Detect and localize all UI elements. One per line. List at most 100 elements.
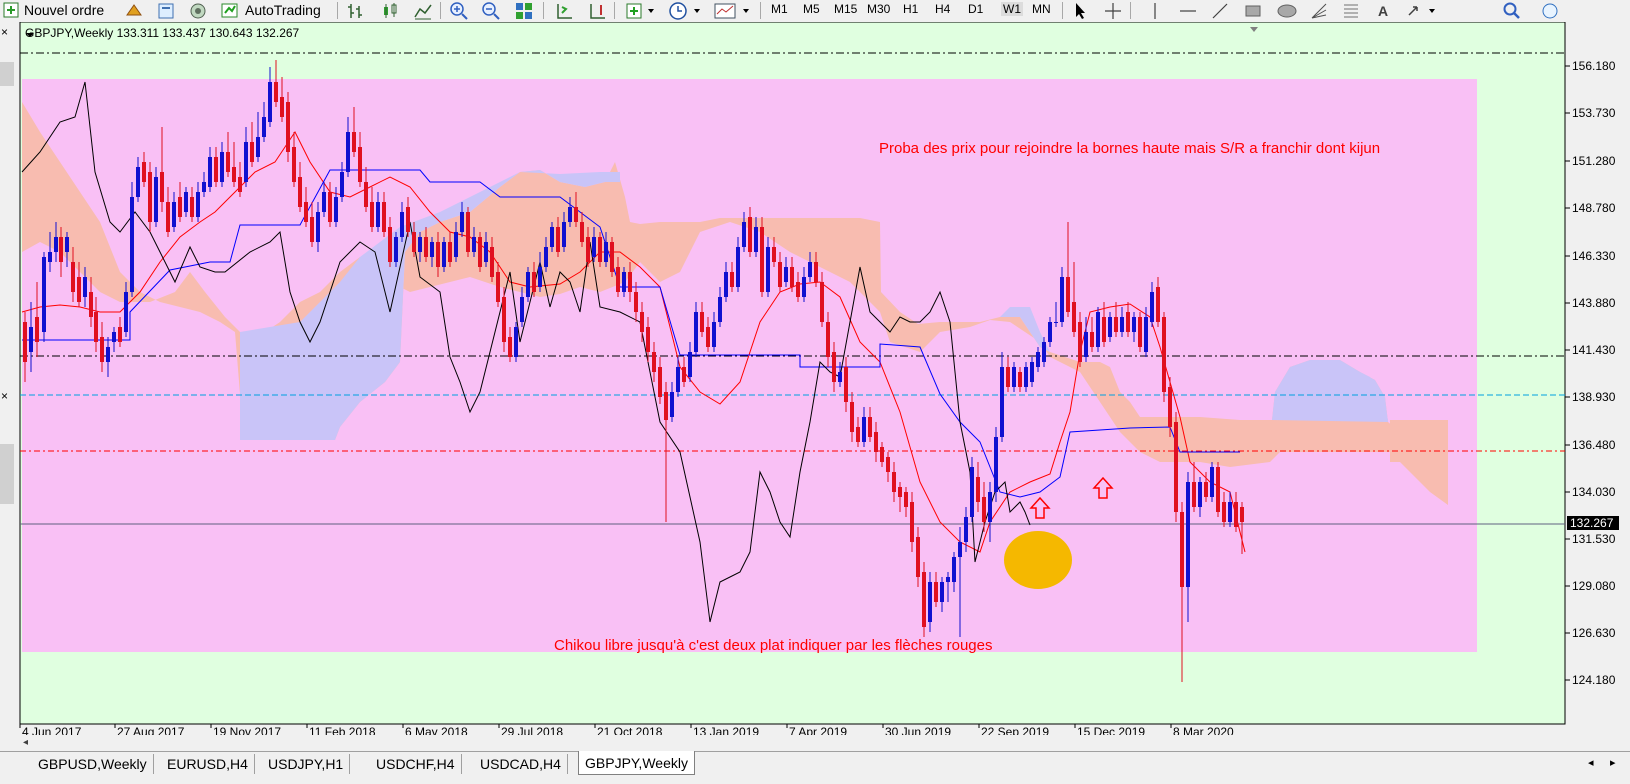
candle-body	[1108, 317, 1112, 337]
chart-window[interactable]: × × GBPJPY,Weekly 133.311 133.437 130.64…	[0, 22, 1630, 751]
chart-shift-icon[interactable]	[554, 1, 574, 21]
tab-usdjpy-h1[interactable]: USDJPY,H1	[262, 754, 351, 774]
candle-body	[166, 202, 170, 232]
price-tick-label: 129.080	[1572, 579, 1616, 593]
current-price-label: 132.267	[1570, 516, 1614, 530]
arrows-menu-icon[interactable]	[1405, 1, 1441, 21]
candle-body	[574, 207, 578, 222]
candle-body	[670, 392, 674, 417]
periods-icon[interactable]	[668, 1, 704, 21]
vertical-line-icon[interactable]	[1145, 1, 1165, 21]
candle-body	[580, 222, 584, 242]
terminal-icon[interactable]	[156, 1, 176, 21]
line-chart-icon[interactable]	[413, 1, 433, 21]
candlestick-icon[interactable]	[380, 1, 400, 21]
annotation-top: Proba des prix pour rejoindre la bornes …	[879, 140, 1380, 157]
community-icon[interactable]	[1540, 1, 1560, 21]
candle-body	[118, 327, 122, 342]
new-order-button[interactable]: Nouvel ordre	[2, 0, 104, 20]
candle-body	[328, 192, 332, 222]
candle-body	[982, 497, 986, 522]
bar-chart-icon[interactable]	[345, 1, 365, 21]
candle-body	[35, 317, 39, 342]
timeframe-m5-button[interactable]: M5	[803, 2, 820, 16]
timeframe-d1-button[interactable]: D1	[968, 2, 983, 16]
candle-body	[1024, 367, 1028, 387]
window-close-icon[interactable]: ×	[1, 25, 8, 39]
candle-body	[1066, 277, 1070, 312]
price-tick-label: 131.530	[1572, 532, 1616, 546]
autotrading-button[interactable]: AutoTrading	[220, 0, 321, 20]
price-chart[interactable]: × × GBPJPY,Weekly 133.311 133.437 130.64…	[0, 22, 1630, 751]
candle-body	[71, 262, 75, 292]
candle-body	[616, 267, 620, 292]
candle-body	[274, 82, 278, 102]
fibonacci-retracement-icon[interactable]	[1341, 1, 1361, 21]
candle-body	[490, 247, 494, 277]
indicators-icon[interactable]	[624, 1, 658, 21]
candle-body	[196, 192, 200, 217]
timeframe-mn-button[interactable]: MN	[1032, 2, 1051, 16]
scroll-left-icon[interactable]: ◂	[23, 737, 28, 748]
candle-body	[808, 262, 812, 277]
candle-body	[1006, 367, 1010, 387]
candle-body	[23, 322, 27, 362]
candle-body	[994, 437, 998, 492]
price-tick-label: 146.330	[1572, 249, 1616, 263]
candle-body	[934, 582, 938, 602]
tab-eurusd-h4[interactable]: EURUSD,H4	[161, 754, 255, 774]
candle-body	[754, 227, 758, 252]
candle-body	[48, 252, 52, 262]
candle-body	[29, 327, 33, 352]
tabs-scroll-left-icon[interactable]: ◂	[1588, 756, 1594, 769]
candle-body	[268, 82, 272, 122]
timeframe-h4-button[interactable]: H4	[935, 2, 950, 16]
templates-icon[interactable]	[713, 1, 753, 21]
price-tick-label: 126.630	[1572, 626, 1616, 640]
cursor-icon[interactable]	[1070, 1, 1090, 21]
candle-body	[976, 477, 980, 502]
trendline-icon[interactable]	[1210, 1, 1230, 21]
candle-body	[1216, 467, 1220, 512]
candle-body	[862, 417, 866, 442]
tab-gbpusd-weekly[interactable]: GBPUSD,Weekly	[32, 754, 154, 774]
timeframe-m30-button[interactable]: M30	[867, 2, 890, 16]
timeframe-m1-button[interactable]: M1	[771, 2, 788, 16]
expert-advisor-icon[interactable]	[124, 1, 144, 21]
text-label-icon[interactable]: A	[1374, 1, 1394, 21]
candle-body	[964, 517, 968, 542]
autotrading-icon	[221, 3, 238, 18]
search-icon[interactable]	[1502, 1, 1522, 21]
candle-body	[610, 242, 614, 272]
rectangle-icon[interactable]	[1243, 1, 1263, 21]
candle-body	[244, 142, 248, 182]
candle-body	[334, 197, 338, 222]
candle-body	[742, 222, 746, 247]
tile-windows-icon[interactable]	[514, 1, 534, 21]
annotation-bottom: Chikou libre jusqu'à c'est deux plat ind…	[554, 637, 992, 654]
auto-scroll-icon[interactable]	[587, 1, 607, 21]
candle-body	[856, 427, 860, 442]
zoom-in-icon[interactable]	[449, 1, 469, 21]
candle-body	[904, 492, 908, 507]
price-tick-label: 148.780	[1572, 201, 1616, 215]
candle-body	[352, 132, 356, 152]
fibonacci-fan-icon[interactable]	[1309, 1, 1329, 21]
candle-body	[436, 242, 440, 267]
tab-gbpjpy-weekly[interactable]: GBPJPY,Weekly	[578, 751, 695, 775]
crosshair-icon[interactable]	[1103, 1, 1123, 21]
horizontal-scrollbar[interactable]	[20, 735, 1565, 749]
horizontal-line-icon[interactable]	[1178, 1, 1198, 21]
window-close-icon[interactable]: ×	[1, 389, 8, 403]
signals-icon[interactable]	[188, 1, 208, 21]
tabs-scroll-right-icon[interactable]: ▸	[1610, 756, 1616, 769]
timeframe-w1-button[interactable]: W1	[1001, 2, 1023, 16]
timeframe-h1-button[interactable]: H1	[903, 2, 918, 16]
zoom-out-icon[interactable]	[481, 1, 501, 21]
ellipse-icon[interactable]	[1276, 1, 1298, 21]
tab-usdcad-h4[interactable]: USDCAD,H4	[474, 754, 568, 774]
tab-usdchf-h4[interactable]: USDCHF,H4	[370, 754, 462, 774]
candle-body	[724, 272, 728, 297]
timeframe-m15-button[interactable]: M15	[834, 2, 857, 16]
candle-body	[814, 262, 818, 282]
